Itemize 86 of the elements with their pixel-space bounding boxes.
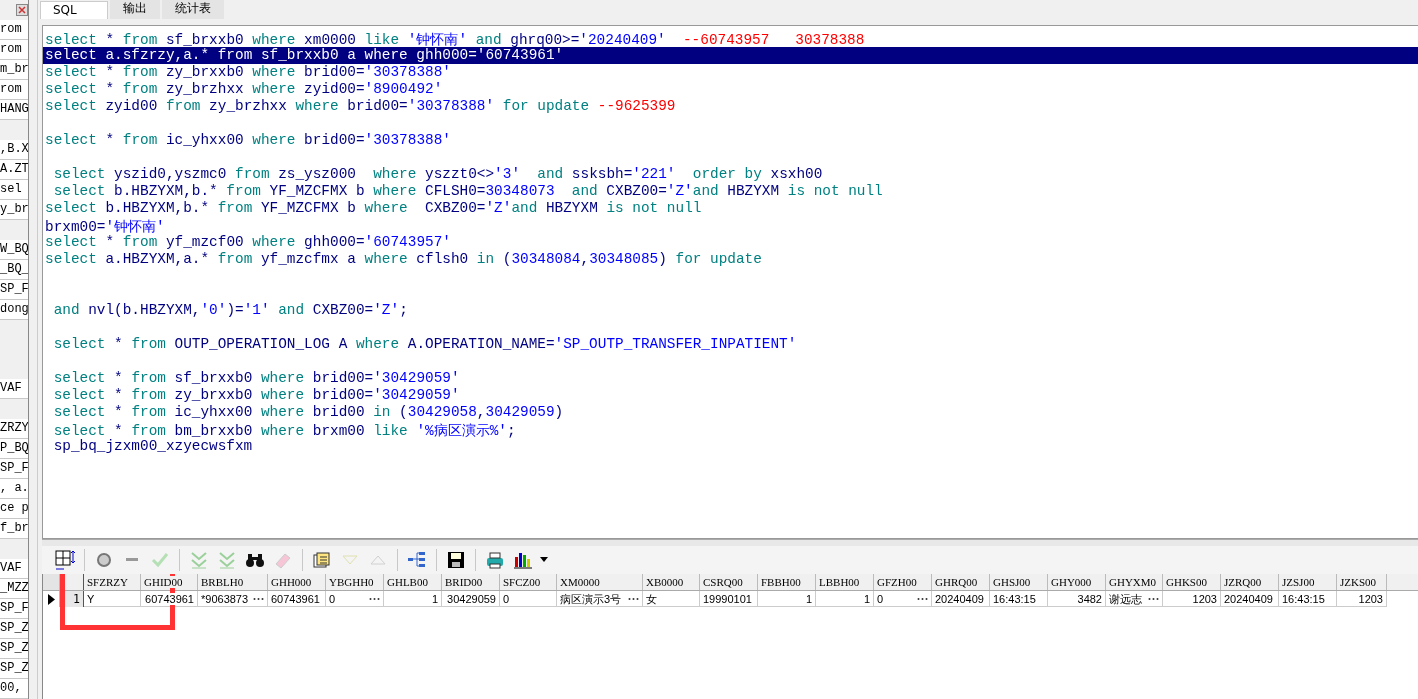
ellipsis-icon[interactable] bbox=[369, 596, 380, 601]
list-item[interactable]: _BQ_ bbox=[0, 259, 28, 280]
column-header[interactable]: FBBH00 bbox=[761, 576, 801, 588]
column-header[interactable]: SFZRZY bbox=[87, 576, 128, 588]
list-item[interactable]: VAF bbox=[0, 559, 28, 580]
list-item[interactable]: SP_Z bbox=[0, 639, 28, 659]
list-item[interactable]: f_br bbox=[0, 519, 28, 540]
grid-icon[interactable] bbox=[54, 549, 76, 571]
code-line: select * from sf_brxxb0 where brid00='30429059' bbox=[52, 370, 461, 387]
code-line: brxm00='钟怀南' bbox=[44, 218, 166, 234]
tab[interactable]: SQL bbox=[40, 1, 108, 19]
column-header[interactable]: BRBLH0 bbox=[201, 576, 244, 588]
list-item[interactable]: SP_F bbox=[0, 459, 28, 480]
list-item[interactable]: rom bbox=[0, 39, 28, 60]
code-line: and nvl(b.HBZYXM,'0')='1' and CXBZ00='Z'; bbox=[52, 302, 409, 319]
list-item[interactable]: SP_F bbox=[0, 279, 28, 300]
column-header[interactable]: GHSJ00 bbox=[993, 576, 1031, 588]
close-icon[interactable] bbox=[16, 4, 28, 16]
column-header[interactable]: JZSJ00 bbox=[1282, 576, 1315, 588]
table-cell-text: 谢远志 bbox=[1109, 591, 1143, 606]
list-item[interactable]: ce p bbox=[0, 499, 28, 520]
column-header[interactable]: JZKS00 bbox=[1340, 576, 1377, 588]
column-header[interactable]: YBGHH0 bbox=[329, 576, 374, 588]
document-stack-icon[interactable] bbox=[311, 549, 333, 571]
code-line: select * from OUTP_OPERATION_LOG A where A.OPERATION_NAME='SP_OUTP_TRANSFER_INPATIENT' bbox=[52, 336, 798, 353]
ellipsis-icon[interactable] bbox=[917, 596, 928, 601]
code-line: select * from zy_brxxb0 where brid00='30429059' bbox=[52, 387, 461, 404]
list-item[interactable]: W_BQ bbox=[0, 239, 28, 260]
table-cell: 60743961 bbox=[144, 591, 194, 606]
list-item[interactable]: SP_Z bbox=[0, 619, 28, 639]
sql-editor[interactable] bbox=[42, 25, 1418, 539]
tab[interactable]: 统计表 bbox=[161, 0, 224, 19]
code-line: select * from ic_yhxx00 where brid00='30378388' bbox=[44, 132, 452, 149]
table-cell-text: 女 bbox=[646, 591, 658, 606]
code-line: select a.HBZYXM,a.* from yf_mzcfmx a where cflsh0 in (30348084,30348085) for update bbox=[44, 251, 763, 268]
column-header[interactable]: GHYXM0 bbox=[1109, 576, 1157, 588]
column-header[interactable]: GHID00 bbox=[144, 576, 183, 588]
column-header[interactable]: GHY000 bbox=[1051, 576, 1092, 588]
list-item[interactable]: SP_Z bbox=[0, 658, 28, 679]
list-item[interactable]: ,B.X bbox=[0, 139, 28, 160]
code-line: select yszid0,yszmc0 from zs_ysz000 where yszzt0<>'3' and ssksbh='221' order by xsxh00 bbox=[52, 166, 824, 183]
table-cell-text: 病区演示3号 bbox=[560, 591, 623, 606]
column-header[interactable]: XB0000 bbox=[646, 576, 684, 588]
list-item[interactable]: 00, bbox=[0, 678, 28, 699]
list-item[interactable]: HANG bbox=[0, 99, 28, 120]
column-header[interactable]: GHH000 bbox=[271, 576, 312, 588]
column-header[interactable]: LBBH00 bbox=[819, 576, 860, 588]
list-item[interactable]: rom bbox=[0, 79, 28, 100]
ellipsis-icon[interactable] bbox=[253, 596, 264, 601]
column-header[interactable]: CSRQ00 bbox=[703, 576, 743, 588]
column-header[interactable]: JZRQ00 bbox=[1224, 576, 1262, 588]
ellipsis-icon[interactable] bbox=[1148, 596, 1159, 601]
column-header[interactable]: XM0000 bbox=[560, 576, 600, 588]
column-header[interactable]: SFCZ00 bbox=[503, 576, 541, 588]
tab[interactable]: 输出 bbox=[109, 0, 160, 19]
list-item[interactable]: , a. bbox=[0, 479, 28, 500]
list-item[interactable]: y_br bbox=[0, 199, 28, 220]
list-item[interactable]: m_br bbox=[0, 59, 28, 80]
list-item[interactable]: P_BQ bbox=[0, 439, 28, 460]
code-line: select * from zy_brzhxx where zyid00='8900492' bbox=[44, 81, 444, 98]
column-header[interactable]: BRID00 bbox=[445, 576, 483, 588]
ellipsis-icon[interactable] bbox=[628, 596, 639, 601]
list-item[interactable]: VAF bbox=[0, 379, 28, 400]
printer-icon[interactable] bbox=[484, 549, 506, 571]
column-header[interactable]: GHRQ00 bbox=[935, 576, 978, 588]
list-item[interactable]: A.ZT bbox=[0, 159, 28, 180]
dropdown-caret-icon[interactable] bbox=[540, 557, 548, 563]
code-line: sp_bq_jzxm00_xzyecwsfxm bbox=[52, 438, 254, 455]
save-icon[interactable] bbox=[445, 549, 467, 571]
list-item[interactable]: _MZZ bbox=[0, 579, 28, 600]
code-line: select zyid00 from zy_brzhxx where brid00='30378388' for update --9625399 bbox=[44, 98, 677, 115]
code-line: select * from zy_brxxb0 where brid00='30378388' bbox=[44, 64, 452, 81]
code-line: select * from ic_yhxx00 where brid00 in (30429058,30429059) bbox=[52, 404, 565, 421]
column-header[interactable]: GHKS00 bbox=[1166, 576, 1207, 588]
code-line: select * from sf_brxxb0 where xm0000 like '钟怀南' and ghrq00>='20240409' --60743957 30378388 bbox=[44, 31, 866, 47]
column-header[interactable]: GFZH00 bbox=[877, 576, 917, 588]
list-item[interactable]: ZRZY bbox=[0, 419, 28, 440]
code-line: select b.HBZYXM,b.* from YF_MZCFMX b where CXBZ00='Z'and HBZYXM is not null bbox=[44, 200, 703, 217]
code-line: select * from bm_brxxb0 where brxm00 like '%病区演示%'; bbox=[52, 422, 517, 438]
list-item[interactable]: rom bbox=[0, 19, 28, 40]
list-item[interactable]: SP_F bbox=[0, 599, 28, 620]
list-item[interactable]: dong bbox=[0, 299, 28, 320]
code-line: select * from yf_mzcf00 where ghh000='60743957' bbox=[44, 234, 452, 251]
list-item[interactable]: sel bbox=[0, 179, 28, 200]
code-line: select b.HBZYXM,b.* from YF_MZCFMX b where CFLSH0=30348073 and CXBZ00='Z'and HBZYXM is not null bbox=[52, 183, 884, 200]
column-header[interactable]: GHLB00 bbox=[387, 576, 428, 588]
